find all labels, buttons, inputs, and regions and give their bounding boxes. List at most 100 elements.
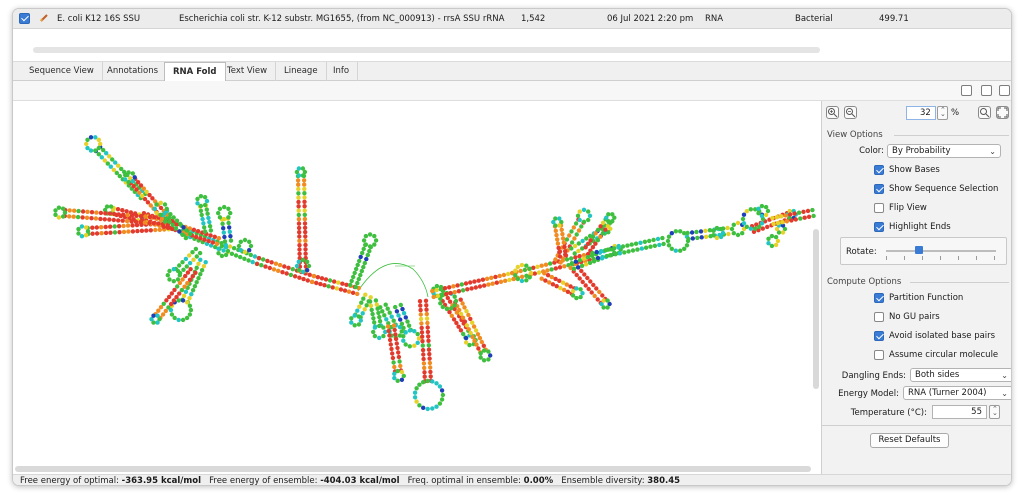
slider-tick xyxy=(922,256,923,260)
app-window: E. coli K12 16S SSU Escherichia coli str… xyxy=(12,8,1012,486)
row-modified: 06 Jul 2021 2:20 pm xyxy=(607,14,694,24)
row-value: 499.71 xyxy=(879,14,909,24)
chevron-down-icon: ⌄ xyxy=(1001,389,1008,398)
zoom-unit: % xyxy=(951,108,960,118)
status-bar: Free energy of optimal: -363.95 kcal/mol… xyxy=(13,474,1011,486)
partition-function-label: Partition Function xyxy=(889,293,964,303)
optimal-energy-value: -363.95 kcal/mol xyxy=(121,476,202,486)
avoid-isolated-label: Avoid isolated base pairs xyxy=(889,331,996,341)
fullscreen-button[interactable] xyxy=(996,106,1009,119)
no-gu-pairs-label: No GU pairs xyxy=(889,312,940,322)
avoid-isolated-option[interactable]: Avoid isolated base pairs xyxy=(874,331,995,341)
energy-model-value: RNA (Turner 2004) xyxy=(908,388,987,398)
row-description: Escherichia coli str. K-12 substr. MG165… xyxy=(179,14,505,24)
slider-tick xyxy=(940,256,941,260)
rotate-label: Rotate: xyxy=(846,247,877,257)
compute-options-title: Compute Options xyxy=(827,277,902,287)
table-horizontal-scrollbar[interactable] xyxy=(33,47,820,53)
show-selection-checkbox[interactable] xyxy=(874,184,884,194)
row-type: RNA xyxy=(705,14,724,24)
section-divider xyxy=(910,282,1009,283)
flip-view-checkbox[interactable] xyxy=(874,203,884,213)
zoom-fit-icon xyxy=(980,108,990,118)
dangling-ends-select[interactable]: Both sides ⌄ xyxy=(910,368,1011,382)
row-length: 1,542 xyxy=(521,14,546,24)
zoom-stepper[interactable] xyxy=(937,106,948,120)
zoom-percent-input[interactable]: 32 xyxy=(906,106,936,120)
rotate-slider-track[interactable] xyxy=(886,250,996,252)
color-select[interactable]: By Probability ⌄ xyxy=(887,144,1001,158)
freq-optimal-value: 0.00% xyxy=(523,476,554,486)
flip-view-label: Flip View xyxy=(889,203,927,213)
ensemble-diversity-value: 380.45 xyxy=(647,476,681,486)
temperature-label: Temperature (°C): xyxy=(850,408,927,418)
ensemble-energy-label: Free energy of ensemble: xyxy=(209,476,321,486)
fullscreen-icon xyxy=(997,107,1008,118)
zoom-out-button[interactable] xyxy=(844,106,857,119)
slider-tick xyxy=(958,256,959,260)
show-selection-option[interactable]: Show Sequence Selection xyxy=(874,184,998,194)
optimal-energy-label: Free energy of optimal: xyxy=(20,476,122,486)
zoom-fit-button[interactable] xyxy=(978,106,991,119)
energy-model-select[interactable]: RNA (Turner 2004) ⌄ xyxy=(903,386,1011,400)
ensemble-energy-value: -404.03 kcal/mol xyxy=(320,476,400,486)
flip-view-option[interactable]: Flip View xyxy=(874,203,927,213)
options-panel: 32 % View Options Color: By Probability … xyxy=(821,101,1011,474)
row-name: E. coli K12 16S SSU xyxy=(57,14,141,24)
show-bases-option[interactable]: Show Bases xyxy=(874,165,940,175)
show-bases-label: Show Bases xyxy=(889,165,940,175)
chevron-down-icon: ⌄ xyxy=(989,147,996,156)
rotate-control: Rotate: xyxy=(840,237,1007,265)
energy-model-label: Energy Model: xyxy=(838,389,899,399)
color-select-value: By Probability xyxy=(892,146,951,156)
slider-tick xyxy=(976,256,977,260)
slider-tick xyxy=(994,256,995,260)
highlight-ends-checkbox[interactable] xyxy=(874,222,884,232)
tab-lineage[interactable]: Lineage xyxy=(276,62,327,81)
dangling-ends-value: Both sides xyxy=(915,370,960,380)
no-gu-pairs-option[interactable]: No GU pairs xyxy=(874,312,940,322)
rotate-slider-thumb[interactable] xyxy=(915,246,923,254)
tab-info[interactable]: Info xyxy=(325,62,359,81)
reset-defaults-button[interactable]: Reset Defaults xyxy=(870,433,949,448)
canvas-horizontal-scrollbar[interactable] xyxy=(15,466,811,472)
canvas-vertical-scrollbar[interactable] xyxy=(813,229,819,389)
partition-function-option[interactable]: Partition Function xyxy=(874,293,963,303)
row-checkbox[interactable] xyxy=(19,13,30,24)
rna-structure-diagram xyxy=(53,135,816,412)
color-label: Color: xyxy=(859,146,884,156)
document-table-row[interactable]: E. coli K12 16S SSU Escherichia coli str… xyxy=(13,9,1011,29)
circular-molecule-option[interactable]: Assume circular molecule xyxy=(874,350,998,360)
row-category: Bacterial xyxy=(795,14,833,24)
freq-optimal-label: Freq. optimal in ensemble: xyxy=(407,476,524,486)
partition-function-checkbox[interactable] xyxy=(874,293,884,303)
slider-tick xyxy=(904,256,905,260)
tab-text-view[interactable]: Text View xyxy=(219,62,277,81)
view-toolbar xyxy=(13,81,1011,101)
chevron-down-icon: ⌄ xyxy=(1001,371,1008,380)
collapse-icon[interactable] xyxy=(961,85,972,96)
highlight-ends-option[interactable]: Highlight Ends xyxy=(874,222,951,232)
view-tabs: Sequence View Annotations RNA Fold Text … xyxy=(13,61,1011,82)
tab-sequence-view[interactable]: Sequence View xyxy=(21,62,103,81)
slider-tick xyxy=(886,256,887,260)
show-selection-label: Show Sequence Selection xyxy=(889,184,999,194)
temperature-input[interactable]: 55 xyxy=(932,405,987,419)
circular-molecule-checkbox[interactable] xyxy=(874,350,884,360)
view-options-title: View Options xyxy=(827,130,883,140)
zoom-out-icon xyxy=(846,108,856,118)
highlight-ends-label: Highlight Ends xyxy=(889,222,951,232)
rna-fold-canvas[interactable] xyxy=(13,101,819,466)
show-bases-checkbox[interactable] xyxy=(874,165,884,175)
ensemble-diversity-label: Ensemble diversity: xyxy=(561,476,648,486)
no-gu-pairs-checkbox[interactable] xyxy=(874,312,884,322)
avoid-isolated-checkbox[interactable] xyxy=(874,331,884,341)
split-icon[interactable] xyxy=(981,85,992,96)
zoom-in-button[interactable] xyxy=(826,106,839,119)
tab-rna-fold[interactable]: RNA Fold xyxy=(164,62,226,82)
sequence-doc-icon xyxy=(40,14,48,22)
circular-molecule-label: Assume circular molecule xyxy=(889,350,999,360)
temperature-stepper[interactable] xyxy=(989,405,1000,419)
expand-window-icon[interactable] xyxy=(999,85,1010,96)
tab-annotations[interactable]: Annotations xyxy=(99,62,168,81)
